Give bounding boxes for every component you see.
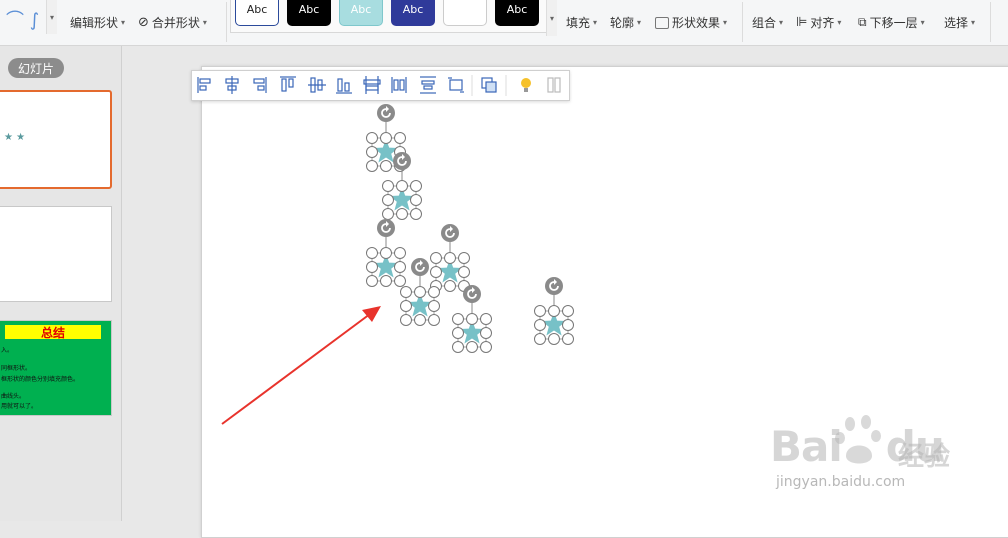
resize-handle[interactable] [562, 305, 574, 317]
resize-handle[interactable] [458, 252, 470, 264]
resize-handle[interactable] [394, 261, 406, 273]
rotate-handle-icon[interactable] [463, 285, 481, 303]
rotate-handle-icon[interactable] [377, 219, 395, 237]
resize-handle[interactable] [548, 333, 560, 345]
resize-handle[interactable] [366, 275, 378, 287]
watermark-url: jingyan.baidu.com [776, 474, 906, 490]
resize-handle[interactable] [480, 313, 492, 325]
watermark-cn: 经验 [898, 442, 951, 472]
resize-handle[interactable] [430, 252, 442, 264]
baidu-watermark: Bai du 经验 jingyan.baidu.com [770, 412, 990, 492]
rotate-handle-icon[interactable] [411, 258, 429, 276]
selected-star-shape[interactable] [452, 285, 492, 353]
resize-handle[interactable] [394, 247, 406, 259]
rotate-handle-icon[interactable] [393, 152, 411, 170]
resize-handle[interactable] [480, 341, 492, 353]
resize-handle[interactable] [380, 132, 392, 144]
resize-handle[interactable] [410, 194, 422, 206]
resize-handle[interactable] [382, 180, 394, 192]
resize-handle[interactable] [428, 314, 440, 326]
resize-handle[interactable] [394, 275, 406, 287]
resize-handle[interactable] [444, 252, 456, 264]
resize-handle[interactable] [428, 286, 440, 298]
resize-handle[interactable] [452, 313, 464, 325]
rotate-handle-icon[interactable] [441, 224, 459, 242]
resize-handle[interactable] [366, 146, 378, 158]
resize-handle[interactable] [394, 132, 406, 144]
rotate-handle-icon[interactable] [545, 277, 563, 295]
resize-handle[interactable] [382, 194, 394, 206]
resize-handle[interactable] [466, 313, 478, 325]
resize-handle[interactable] [428, 300, 440, 312]
selected-star-shape[interactable] [430, 224, 470, 292]
resize-handle[interactable] [380, 275, 392, 287]
resize-handle[interactable] [534, 305, 546, 317]
resize-handle[interactable] [366, 247, 378, 259]
resize-handle[interactable] [444, 280, 456, 292]
selected-star-shape[interactable] [366, 219, 406, 287]
resize-handle[interactable] [414, 286, 426, 298]
resize-handle[interactable] [410, 208, 422, 220]
resize-handle[interactable] [414, 314, 426, 326]
resize-handle[interactable] [366, 132, 378, 144]
resize-handle[interactable] [410, 180, 422, 192]
resize-handle[interactable] [466, 341, 478, 353]
resize-handle[interactable] [452, 341, 464, 353]
resize-handle[interactable] [396, 180, 408, 192]
resize-handle[interactable] [534, 333, 546, 345]
resize-handle[interactable] [562, 319, 574, 331]
resize-handle[interactable] [562, 333, 574, 345]
resize-handle[interactable] [396, 208, 408, 220]
resize-handle[interactable] [366, 261, 378, 273]
resize-handle[interactable] [400, 300, 412, 312]
resize-handle[interactable] [548, 305, 560, 317]
resize-handle[interactable] [382, 208, 394, 220]
resize-handle[interactable] [534, 319, 546, 331]
resize-handle[interactable] [458, 266, 470, 278]
resize-handle[interactable] [400, 314, 412, 326]
selected-star-shape[interactable] [534, 277, 574, 345]
resize-handle[interactable] [452, 327, 464, 339]
resize-handle[interactable] [366, 160, 378, 172]
resize-handle[interactable] [430, 266, 442, 278]
red-arrow [221, 306, 381, 425]
resize-handle[interactable] [380, 247, 392, 259]
resize-handle[interactable] [380, 160, 392, 172]
resize-handle[interactable] [480, 327, 492, 339]
resize-handle[interactable] [400, 286, 412, 298]
rotate-handle-icon[interactable] [377, 104, 395, 122]
